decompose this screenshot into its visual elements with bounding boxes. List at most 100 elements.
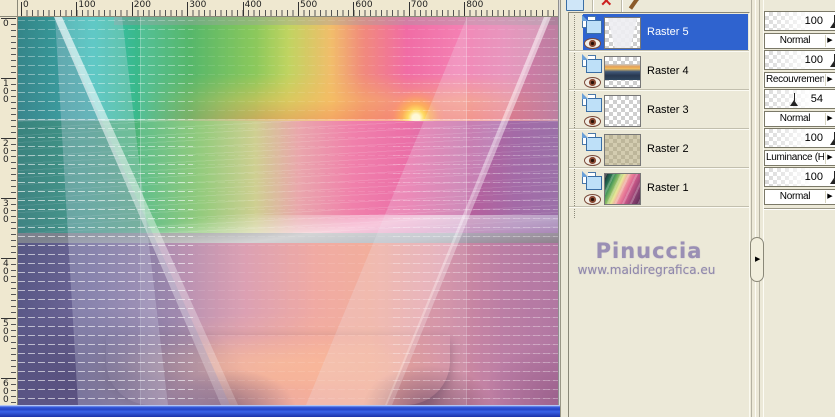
opacity-slider[interactable]: 100 [764, 11, 835, 31]
opacity-slider-handle[interactable] [830, 54, 835, 67]
handwriting-texture-faint [18, 17, 558, 405]
opacity-slider[interactable]: 100 [764, 167, 835, 187]
blend-mode-arrow-icon[interactable]: ▶ [825, 35, 834, 47]
layer-row-raster-3[interactable]: Raster 3 [569, 92, 749, 130]
blend-mode-arrow-icon[interactable]: ▶ [825, 152, 834, 164]
layer-list: Pinuccia www.maidiregrafica.eu Raster 5 [568, 12, 750, 417]
paint-brush-icon[interactable] [628, 0, 642, 12]
layer-row-raster-1[interactable]: Raster 1 [569, 170, 749, 208]
opacity-slider-handle[interactable] [789, 93, 799, 106]
layer-thumbnail[interactable] [604, 56, 641, 88]
opacity-value: 100 [804, 15, 823, 27]
layers-palette: ✕ Pinuccia www.maidiregrafica.eu Raster … [560, 0, 835, 417]
h-ruler-label: 800 [466, 0, 484, 10]
layer-visibility-eye-icon[interactable] [584, 153, 601, 166]
layer-visibility-eye-icon[interactable] [584, 36, 601, 49]
toolbar-separator [592, 0, 594, 12]
h-ruler-major-tick [464, 2, 466, 16]
opacity-slider-handle[interactable] [830, 15, 835, 28]
blend-mode-arrow-icon[interactable]: ▶ [825, 74, 834, 86]
h-ruler-label: 100 [78, 0, 96, 10]
row-separator [569, 128, 749, 130]
h-ruler-label: 500 [300, 0, 318, 10]
layer-thumbnail[interactable] [604, 173, 641, 205]
vertical-ruler: 0 1 0 0 2 0 0 3 0 0 4 0 0 5 0 0 6 0 0 [0, 17, 18, 405]
layer-thumbnail[interactable] [604, 95, 641, 127]
splitter-arrow-icon: ▶ [755, 256, 761, 263]
delete-layer-icon[interactable]: ✕ [600, 0, 616, 12]
row-separator [569, 167, 749, 169]
blend-mode-value: Normal [779, 35, 811, 46]
layer-visibility-eye-icon[interactable] [584, 114, 601, 127]
background-window-titlebar [0, 405, 560, 417]
watermark-title: Pinuccia [595, 239, 703, 263]
layer-name: Raster 1 [647, 182, 689, 194]
row-separator [569, 89, 749, 91]
h-ruler-label: 700 [410, 0, 428, 10]
blend-mode-dropdown[interactable]: Normal ▶ [764, 111, 835, 127]
raster-layer-icon [582, 54, 603, 73]
layer-visibility-eye-icon[interactable] [584, 192, 601, 205]
raster-layer-icon [582, 15, 603, 34]
opacity-value: 100 [804, 171, 823, 183]
opacity-slider[interactable]: 100 [764, 128, 835, 148]
blend-mode-arrow-icon[interactable]: ▶ [825, 191, 834, 203]
layer-visibility-eye-icon[interactable] [584, 75, 601, 88]
layer-name: Raster 5 [647, 26, 689, 38]
blend-mode-arrow-icon[interactable]: ▶ [825, 113, 834, 125]
blend-mode-dropdown[interactable]: Normal ▶ [764, 189, 835, 205]
layer-name: Raster 2 [647, 143, 689, 155]
blend-mode-value: Normal [779, 113, 811, 124]
v-ruler-label: 0 [3, 19, 9, 29]
layer-row-raster-2[interactable]: Raster 2 [569, 131, 749, 169]
raster-layer-icon [582, 93, 603, 112]
row-separator [569, 50, 749, 52]
v-ruler-label: 1 0 0 [3, 79, 9, 105]
blend-mode-value: Luminance (H) [766, 152, 824, 163]
opacity-slider-handle[interactable] [830, 132, 835, 145]
v-ruler-label: 5 0 0 [3, 319, 9, 345]
horizontal-ruler: 0 100 200 300 400 500 600 700 800 [18, 0, 560, 17]
h-ruler-major-tick [353, 2, 355, 16]
h-ruler-major-tick [187, 2, 189, 16]
opacity-slider-handle[interactable] [830, 171, 835, 184]
layer-thumbnail[interactable] [604, 134, 641, 166]
v-ruler-label: 6 0 0 [3, 379, 9, 405]
duplicate-layer-icon[interactable] [566, 0, 584, 11]
palette-splitter[interactable]: ▶ [750, 0, 764, 417]
ruler-corner [0, 0, 18, 17]
opacity-slider[interactable]: 54 [764, 89, 835, 109]
h-ruler-major-tick [131, 2, 133, 16]
splitter-collapse-handle[interactable]: ▶ [750, 237, 764, 282]
canvas-image[interactable] [18, 17, 558, 405]
toolbar-separator [621, 0, 623, 12]
h-ruler-label: 300 [189, 0, 207, 10]
layer-row-raster-4[interactable]: Raster 4 [569, 53, 749, 91]
opacity-slider[interactable]: 100 [764, 50, 835, 70]
blend-mode-dropdown[interactable]: Recouvrement ▶ [764, 72, 835, 88]
raster-layer-icon [582, 132, 603, 151]
v-ruler-label: 4 0 0 [3, 259, 9, 285]
layer-row-raster-5[interactable]: Raster 5 [569, 14, 749, 52]
raster-layer-icon [582, 171, 603, 190]
h-ruler-major-tick [298, 2, 299, 16]
blend-mode-dropdown[interactable]: Luminance (H) ▶ [764, 150, 835, 166]
h-ruler-major-tick [76, 2, 78, 16]
row-separator [569, 206, 749, 208]
layer-thumbnail[interactable] [604, 17, 641, 49]
layer-name: Raster 3 [647, 104, 689, 116]
opacity-value: 100 [804, 54, 823, 66]
h-ruler-major-tick [242, 2, 244, 16]
h-ruler-label: 0 [23, 0, 29, 10]
opacity-value: 100 [804, 132, 823, 144]
layer-name: Raster 4 [647, 65, 689, 77]
blend-mode-dropdown[interactable]: Normal ▶ [764, 33, 835, 49]
h-ruler-major-tick [408, 2, 410, 16]
h-ruler-label: 400 [244, 0, 262, 10]
vertical-ruler-minor-ticks [11, 18, 16, 404]
watermark-url: www.maidiregrafica.eu [577, 263, 716, 277]
blend-mode-value: Normal [779, 191, 811, 202]
h-ruler-major-tick [21, 2, 22, 16]
h-ruler-label: 200 [133, 0, 151, 10]
blend-mode-value: Recouvrement [766, 74, 824, 85]
